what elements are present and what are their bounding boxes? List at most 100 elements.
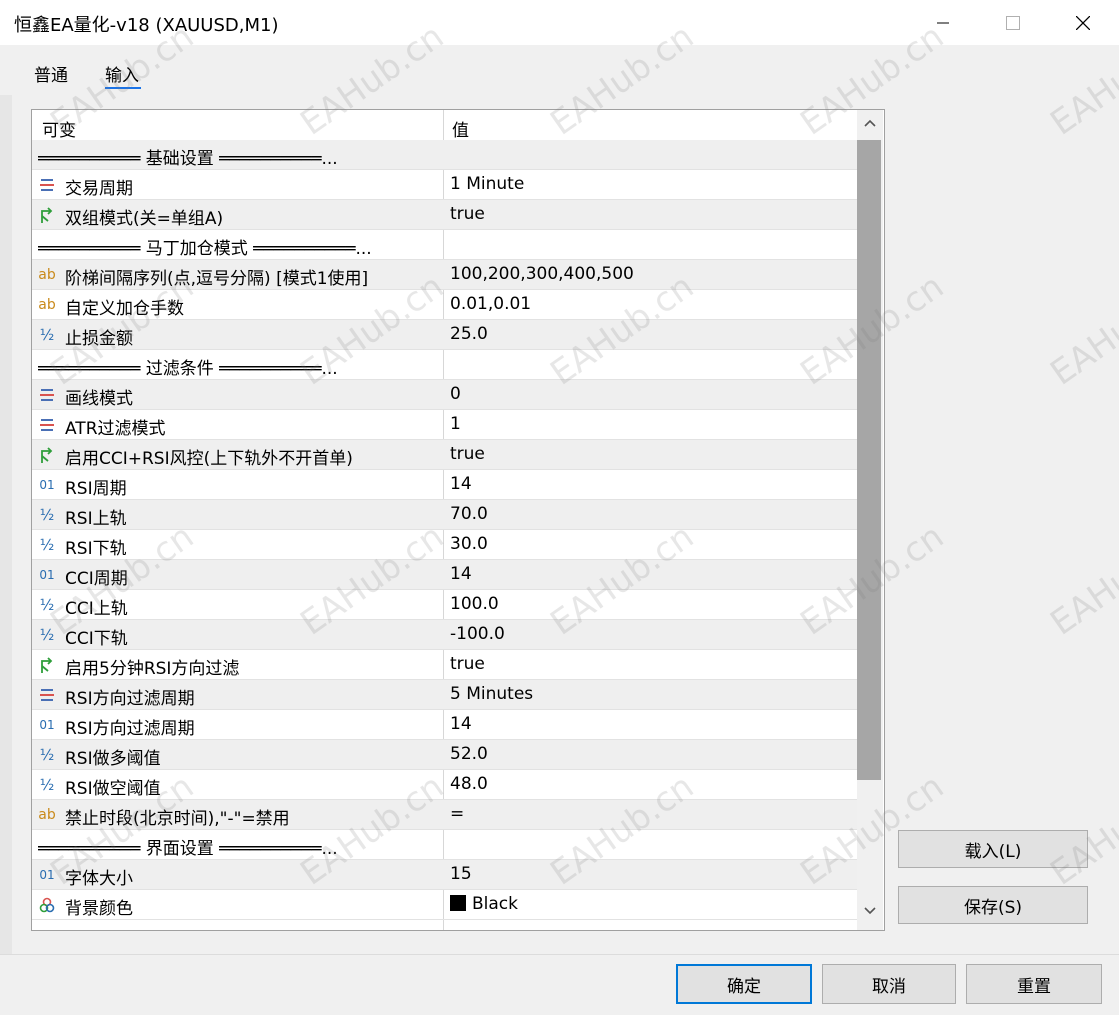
parameter-row[interactable]: ½ RSI做多阈值 52.0 bbox=[32, 740, 857, 770]
parameter-row[interactable]: 背景颜色 Black bbox=[32, 890, 857, 920]
parameter-row[interactable]: 01 RSI方向过滤周期 14 bbox=[32, 710, 857, 740]
section-title: ══════════ 过滤条件 ══════════... bbox=[38, 359, 338, 379]
parameter-row[interactable]: ab 禁止时段(北京时间),"-"=禁用 = bbox=[32, 800, 857, 830]
tab-inputs[interactable]: 输入 bbox=[105, 61, 139, 86]
maximize-icon bbox=[1006, 15, 1020, 30]
parameter-value[interactable]: true bbox=[450, 204, 485, 224]
enum-icon bbox=[38, 176, 56, 194]
parameter-name: RSI上轨 bbox=[65, 509, 127, 529]
parameter-value[interactable]: 30.0 bbox=[450, 534, 488, 554]
parameter-value[interactable]: true bbox=[450, 444, 485, 464]
parameter-value[interactable]: 15 bbox=[450, 864, 472, 884]
parameter-name: 画线模式 bbox=[65, 389, 133, 409]
parameter-row[interactable]: 启用CCI+RSI风控(上下轨外不开首单) true bbox=[32, 440, 857, 470]
parameter-row[interactable]: 画线模式 0 bbox=[32, 380, 857, 410]
parameter-row[interactable]: ab 自定义加仓手数 0.01,0.01 bbox=[32, 290, 857, 320]
parameter-name: RSI周期 bbox=[65, 479, 127, 499]
parameter-row[interactable]: ½ CCI下轨 -100.0 bbox=[32, 620, 857, 650]
int-icon: 01 bbox=[39, 568, 55, 582]
string-icon: ab bbox=[38, 807, 56, 823]
parameter-value[interactable]: 0.01,0.01 bbox=[450, 294, 531, 314]
parameter-value[interactable]: 14 bbox=[450, 714, 472, 734]
parameter-value[interactable]: -100.0 bbox=[450, 624, 505, 644]
close-button[interactable] bbox=[1048, 0, 1118, 45]
ok-button[interactable]: 确定 bbox=[676, 964, 812, 1004]
parameter-value[interactable]: 5 Minutes bbox=[450, 684, 533, 704]
section-title: ══════════ 基础设置 ══════════... bbox=[38, 149, 338, 169]
double-icon: ½ bbox=[39, 596, 55, 614]
parameter-value[interactable]: 1 bbox=[450, 414, 461, 434]
parameter-value[interactable]: 0 bbox=[450, 384, 461, 404]
parameter-row[interactable]: 01 字体大小 15 bbox=[32, 860, 857, 890]
parameter-row[interactable]: ab 阶梯间隔序列(点,逗号分隔) [模式1使用] 100,200,300,400,… bbox=[32, 260, 857, 290]
load-button[interactable]: 载入(L) bbox=[898, 830, 1088, 868]
watermark-text: EAHub.cn bbox=[1043, 516, 1119, 644]
parameter-row[interactable]: 01 RSI周期 14 bbox=[32, 470, 857, 500]
color-swatch bbox=[450, 895, 466, 911]
parameter-value[interactable]: 70.0 bbox=[450, 504, 488, 524]
minimize-button[interactable] bbox=[908, 0, 978, 45]
parameter-value[interactable]: 100.0 bbox=[450, 594, 499, 614]
parameter-value[interactable]: 48.0 bbox=[450, 774, 488, 794]
double-icon: ½ bbox=[39, 506, 55, 524]
enum-icon bbox=[38, 686, 56, 704]
parameter-row[interactable]: ATR过滤模式 1 bbox=[32, 410, 857, 440]
scroll-down-icon[interactable] bbox=[864, 906, 876, 916]
parameter-name: RSI方向过滤周期 bbox=[65, 689, 195, 709]
maximize-button[interactable] bbox=[978, 0, 1048, 45]
parameter-row[interactable]: 启用5分钟RSI方向过滤 true bbox=[32, 650, 857, 680]
parameters-grid[interactable]: 可变 值 ══════════ 基础设置 ══════════... 交易周期 1 … bbox=[31, 109, 885, 931]
header-value[interactable]: 值 bbox=[452, 116, 469, 141]
double-icon: ½ bbox=[39, 536, 55, 554]
parameter-name: 交易周期 bbox=[65, 179, 133, 199]
parameter-name: CCI下轨 bbox=[65, 629, 128, 649]
parameter-value[interactable]: 25.0 bbox=[450, 324, 488, 344]
save-button[interactable]: 保存(S) bbox=[898, 886, 1088, 924]
parameter-row[interactable]: ½ RSI下轨 30.0 bbox=[32, 530, 857, 560]
section-header-row[interactable]: ══════════ 界面设置 ══════════... bbox=[32, 830, 857, 860]
parameter-value[interactable]: Black bbox=[450, 894, 518, 914]
section-header-row[interactable]: ══════════ 过滤条件 ══════════... bbox=[32, 350, 857, 380]
section-header-row[interactable]: ══════════ 基础设置 ══════════... bbox=[32, 140, 857, 170]
parameter-value[interactable]: 14 bbox=[450, 474, 472, 494]
tab-bar: 普通 输入 bbox=[0, 45, 1119, 95]
window-title: 恒鑫EA量化-v18 (XAUUSD,M1) bbox=[14, 15, 279, 36]
bool-icon bbox=[38, 206, 56, 224]
title-bar: 恒鑫EA量化-v18 (XAUUSD,M1) bbox=[0, 0, 1119, 45]
parameter-value[interactable]: 14 bbox=[450, 564, 472, 584]
parameter-row[interactable]: ½ 止损金额 25.0 bbox=[32, 320, 857, 350]
parameter-name: 背景颜色 bbox=[65, 899, 133, 919]
parameter-row[interactable]: ½ CCI上轨 100.0 bbox=[32, 590, 857, 620]
section-title: ══════════ 马丁加仓模式 ══════════... bbox=[38, 239, 372, 259]
parameter-name: 止损金额 bbox=[65, 329, 133, 349]
parameter-row[interactable]: ½ RSI上轨 70.0 bbox=[32, 500, 857, 530]
header-variable[interactable]: 可变 bbox=[42, 116, 76, 141]
parameter-row[interactable]: 交易周期 1 Minute bbox=[32, 170, 857, 200]
parameter-name: RSI做多阈值 bbox=[65, 749, 161, 769]
parameter-row[interactable]: 双组模式(关=单组A) true bbox=[32, 200, 857, 230]
parameter-name: ATR过滤模式 bbox=[65, 419, 166, 439]
grid-rows: ══════════ 基础设置 ══════════... 交易周期 1 Minut… bbox=[32, 140, 857, 920]
double-icon: ½ bbox=[39, 746, 55, 764]
parameter-name: 阶梯间隔序列(点,逗号分隔) [模式1使用] bbox=[65, 269, 369, 289]
tab-general[interactable]: 普通 bbox=[34, 61, 68, 86]
section-header-row[interactable]: ══════════ 马丁加仓模式 ══════════... bbox=[32, 230, 857, 260]
parameter-value[interactable]: 1 Minute bbox=[450, 174, 524, 194]
active-tab-indicator bbox=[105, 87, 141, 89]
parameter-value[interactable]: 52.0 bbox=[450, 744, 488, 764]
scrollbar-thumb[interactable] bbox=[857, 140, 881, 780]
parameter-name: CCI周期 bbox=[65, 569, 128, 589]
bool-icon bbox=[38, 446, 56, 464]
parameter-value[interactable]: true bbox=[450, 654, 485, 674]
double-icon: ½ bbox=[39, 626, 55, 644]
parameter-row[interactable]: RSI方向过滤周期 5 Minutes bbox=[32, 680, 857, 710]
parameter-value[interactable]: 100,200,300,400,500 bbox=[450, 264, 634, 284]
close-icon bbox=[1076, 15, 1090, 30]
cancel-button[interactable]: 取消 bbox=[822, 964, 956, 1004]
int-icon: 01 bbox=[39, 868, 55, 882]
parameter-row[interactable]: 01 CCI周期 14 bbox=[32, 560, 857, 590]
parameter-row[interactable]: ½ RSI做空阈值 48.0 bbox=[32, 770, 857, 800]
scroll-up-icon[interactable] bbox=[864, 118, 876, 128]
reset-button[interactable]: 重置 bbox=[966, 964, 1102, 1004]
parameter-value[interactable]: = bbox=[450, 804, 464, 824]
